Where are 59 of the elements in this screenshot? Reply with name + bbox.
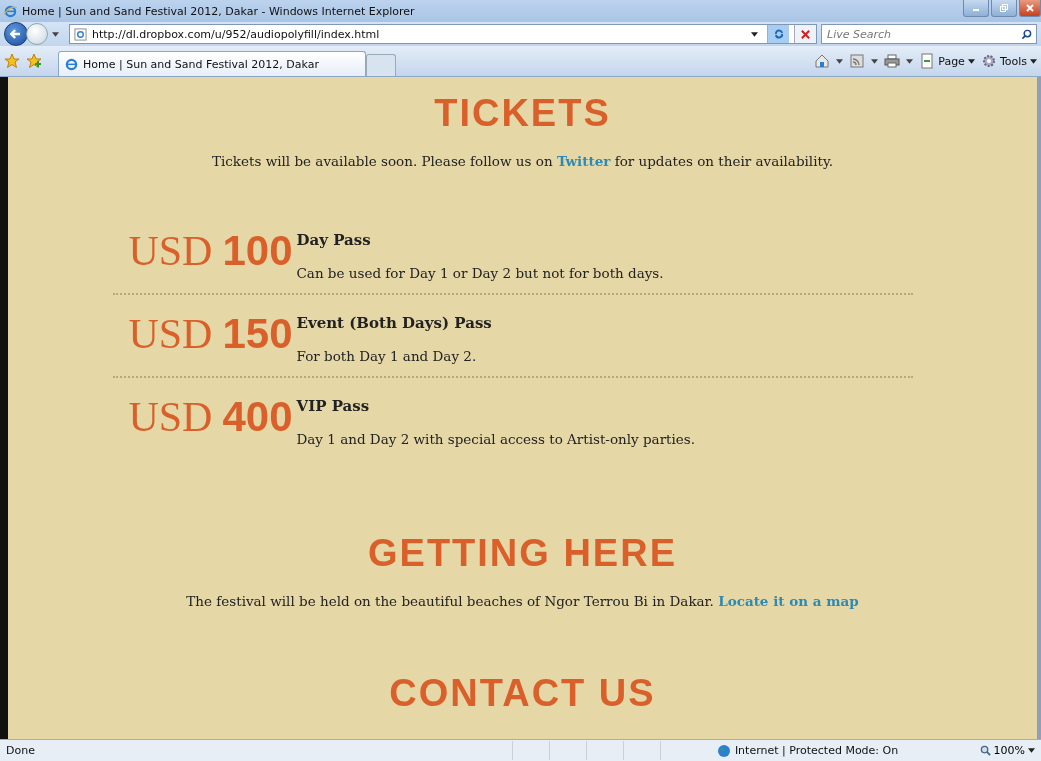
price-currency: USD <box>128 310 213 358</box>
refresh-button[interactable] <box>767 25 789 43</box>
minimize-button[interactable] <box>963 0 989 17</box>
restore-icon <box>999 3 1009 13</box>
search-bar[interactable]: Live Search <box>821 24 1037 44</box>
price-amount: 150 <box>222 310 293 358</box>
browser-logo-icon <box>65 57 78 71</box>
getting-here-text: The festival will be held on the beautiful beaches of Ngor Terrou Bi in Dakar. Locate it on a map <box>186 593 859 609</box>
magnifier-icon <box>979 745 991 756</box>
dropdown-caret-icon[interactable] <box>836 58 844 64</box>
section-heading: GETTING HERE <box>368 531 677 575</box>
zoom-button[interactable]: 100% <box>979 744 1035 757</box>
security-zone-text: Internet | Protected Mode: On <box>734 744 899 757</box>
search-field[interactable]: Live Search <box>822 26 1021 42</box>
favorites-star-icon[interactable] <box>4 53 20 69</box>
pass-name: Day Pass <box>296 231 372 249</box>
pass-name: VIP Pass <box>296 397 371 415</box>
dropdown-caret-icon[interactable] <box>871 58 879 64</box>
refresh-arrows-icon <box>772 28 785 40</box>
close-button[interactable] <box>1019 0 1041 17</box>
caret-icon <box>967 58 975 64</box>
price-currency: USD <box>128 393 213 441</box>
command-menu-button[interactable]: Page <box>919 53 975 69</box>
browser-tab[interactable]: Home | Sun and Sand Festival 2012, Dakar <box>58 51 366 76</box>
dropdown-caret-icon[interactable] <box>751 31 758 37</box>
pass-description: Day 1 and Day 2 with special access to Artist-only parties. <box>296 431 696 447</box>
print-icon[interactable] <box>884 53 901 69</box>
caret-icon <box>1030 58 1037 64</box>
price-currency: USD <box>128 227 213 275</box>
section-heading: CONTACT US <box>389 671 656 715</box>
tickets-intro-text: Tickets will be available soon. Please follow us on Twitter for updates on their availability. <box>211 153 834 169</box>
page-icon <box>74 27 87 41</box>
back-button[interactable] <box>4 22 28 46</box>
restore-button[interactable] <box>991 0 1017 17</box>
search-icon[interactable] <box>1021 28 1032 40</box>
close-icon <box>1025 3 1035 13</box>
gear-icon <box>980 53 997 69</box>
price-amount: 100 <box>222 227 293 275</box>
pass-name: Event (Both Days) Pass <box>296 314 492 332</box>
command-menu-button[interactable]: Tools <box>980 53 1037 69</box>
dropdown-caret-icon[interactable] <box>906 58 914 64</box>
status-text: Done <box>6 744 36 757</box>
stop-button[interactable] <box>794 25 816 43</box>
page-icon <box>919 53 936 69</box>
window-title: Home | Sun and Sand Festival 2012, Dakar - Windows Internet Explorer <box>22 4 416 18</box>
pass-description: Can be used for Day 1 or Day 2 but not for both days. <box>296 265 664 281</box>
stop-x-icon <box>800 28 811 40</box>
add-favorite-star-icon[interactable] <box>26 53 42 69</box>
globe-icon <box>716 743 731 758</box>
address-url: http://dl.dropbox.com/u/952/audiopolyfill/index.html <box>92 27 381 41</box>
browser-logo-icon <box>4 4 17 18</box>
pass-description: For both Day 1 and Day 2. <box>296 348 478 364</box>
home-icon[interactable] <box>814 53 831 69</box>
address-field[interactable]: http://dl.dropbox.com/u/952/audiopolyfill/index.html <box>69 24 817 44</box>
dropdown-caret-icon[interactable] <box>52 31 59 37</box>
section-heading: TICKETS <box>434 91 611 135</box>
price-amount: 400 <box>222 393 293 441</box>
feeds-icon[interactable] <box>849 53 866 69</box>
caret-icon <box>1028 748 1035 753</box>
